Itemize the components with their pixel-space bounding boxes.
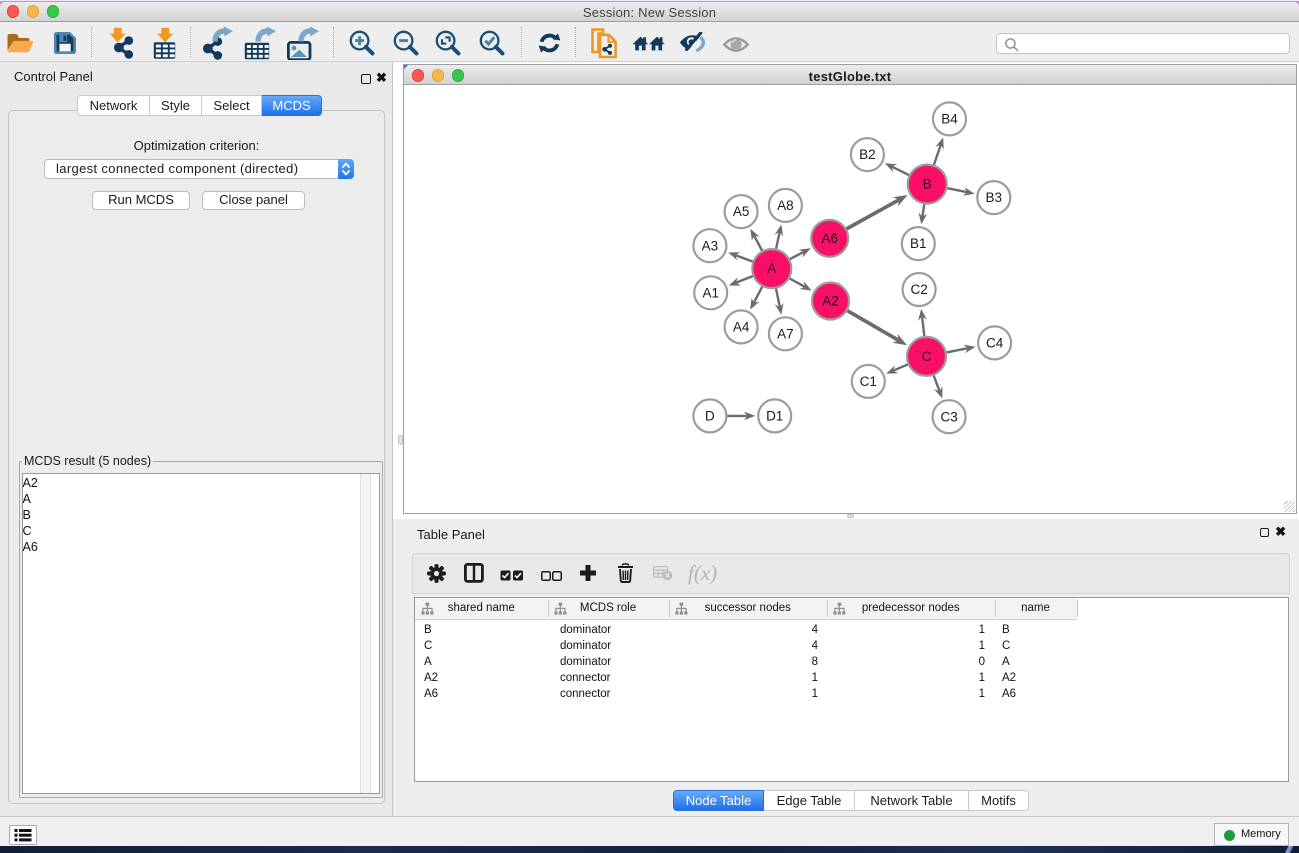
svg-text:C1: C1	[860, 374, 877, 389]
svg-text:B3: B3	[986, 190, 1003, 205]
svg-text:A2: A2	[822, 294, 839, 309]
svg-text:A7: A7	[777, 326, 794, 341]
svg-text:B2: B2	[859, 147, 876, 162]
svg-text:D1: D1	[766, 409, 783, 424]
svg-text:C: C	[922, 349, 932, 364]
svg-text:B4: B4	[941, 112, 958, 127]
svg-text:A8: A8	[777, 198, 794, 213]
svg-text:A3: A3	[702, 238, 719, 253]
svg-text:C2: C2	[910, 282, 927, 297]
svg-text:C4: C4	[986, 336, 1004, 351]
svg-text:A: A	[767, 261, 776, 276]
svg-text:C3: C3	[940, 409, 957, 424]
svg-text:B: B	[923, 177, 932, 192]
svg-text:D: D	[705, 409, 715, 424]
svg-text:B1: B1	[910, 236, 927, 251]
svg-text:A5: A5	[733, 204, 750, 219]
svg-text:A4: A4	[733, 320, 750, 335]
svg-text:A1: A1	[702, 285, 719, 300]
svg-text:A6: A6	[821, 231, 838, 246]
